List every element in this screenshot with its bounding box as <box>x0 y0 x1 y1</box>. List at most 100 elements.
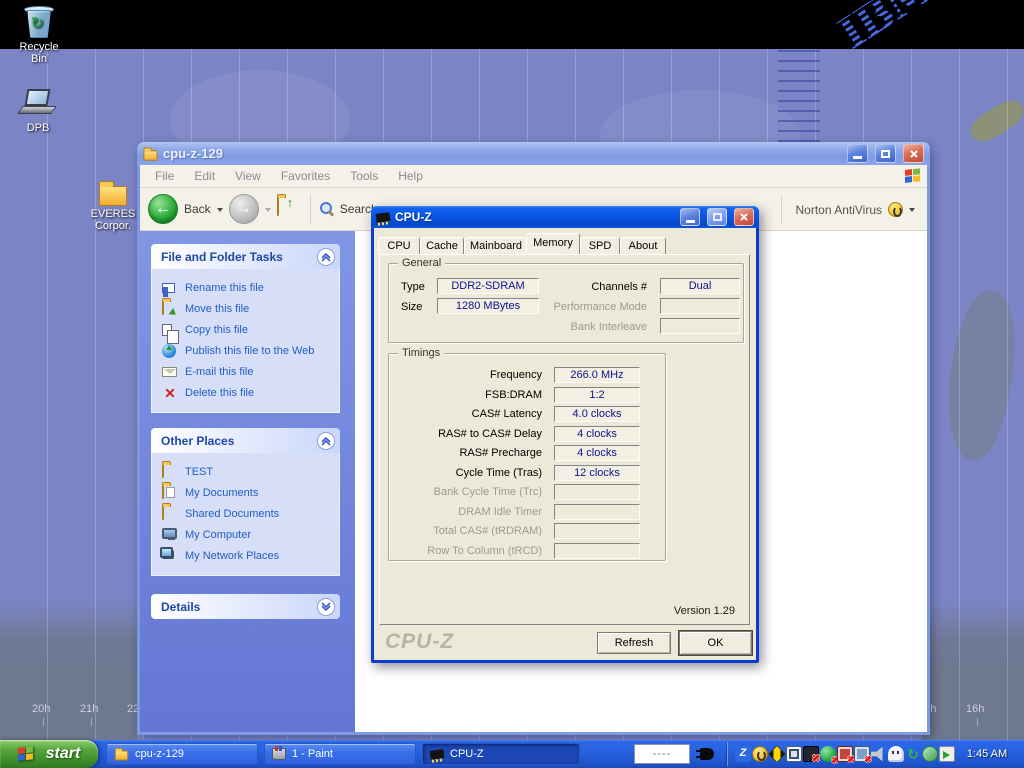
norton-antivirus-toolbar[interactable]: Norton AntiVirus <box>778 188 916 231</box>
folder-icon <box>162 464 164 478</box>
connection-error-icon[interactable] <box>803 746 819 762</box>
explorer-titlebar[interactable]: cpu-z-129 <box>137 142 930 165</box>
place-shared-documents[interactable]: Shared Documents <box>162 506 335 522</box>
group-legend: Timings <box>398 347 444 359</box>
collapse-chevron-icon[interactable] <box>317 248 335 266</box>
forward-button[interactable]: → <box>229 194 259 224</box>
size-label: Size <box>401 301 439 313</box>
ok-button[interactable]: OK <box>679 631 752 655</box>
tab-spd[interactable]: SPD <box>580 237 620 254</box>
dialup-icon[interactable]: Z <box>735 746 751 762</box>
minimize-button[interactable] <box>680 208 700 226</box>
chip-icon <box>375 212 390 223</box>
timing-label: DRAM Idle Timer <box>397 506 542 518</box>
file-tasks-panel: File and Folder Tasks Rename this file M… <box>151 244 340 413</box>
timing-label: Frequency <box>397 369 542 381</box>
close-button[interactable] <box>734 208 754 226</box>
tab-mainboard[interactable]: Mainboard <box>464 237 528 254</box>
back-button[interactable]: ← <box>148 194 178 224</box>
display-error-icon[interactable] <box>837 746 853 762</box>
task-publish-file[interactable]: Publish this file to the Web <box>162 343 335 359</box>
place-my-network[interactable]: My Network Places <box>162 548 335 564</box>
other-places-header[interactable]: Other Places <box>151 428 340 453</box>
menu-favorites[interactable]: Favorites <box>271 169 340 183</box>
timing-value <box>554 504 640 520</box>
desktop-icon-recycle-bin[interactable]: ↻ Recycle Bin <box>11 3 67 65</box>
taskbar-item-paint[interactable]: 1 - Paint <box>264 743 416 765</box>
wireless-error-icon[interactable] <box>854 746 870 762</box>
timing-label: Total CAS# (tRDRAM) <box>397 525 542 537</box>
tab-cpu[interactable]: CPU <box>378 237 420 254</box>
up-button[interactable]: ↑ <box>277 198 301 220</box>
expand-chevron-icon[interactable] <box>317 598 335 616</box>
timezone-tick <box>43 718 44 726</box>
timing-value: 12 clocks <box>554 465 640 481</box>
task-label: Rename this file <box>185 281 264 296</box>
performance-mode-value <box>660 298 740 314</box>
search-icon[interactable] <box>320 202 334 216</box>
menu-edit[interactable]: Edit <box>184 169 225 183</box>
place-my-computer[interactable]: My Computer <box>162 527 335 543</box>
rename-icon <box>162 283 175 293</box>
tab-memory[interactable]: Memory <box>526 233 580 254</box>
language-bar[interactable]: ---- <box>634 744 690 764</box>
tab-about[interactable]: About <box>620 237 666 254</box>
removable-drive-icon[interactable] <box>939 746 955 762</box>
place-test[interactable]: TEST <box>162 464 335 480</box>
desktop-icon-dpb[interactable]: DPB <box>10 84 66 134</box>
ghost-icon[interactable] <box>888 746 904 762</box>
norton-tray-icon[interactable] <box>752 746 768 762</box>
minimize-button[interactable] <box>847 144 868 163</box>
menu-file[interactable]: File <box>145 169 184 183</box>
delete-icon <box>164 387 175 398</box>
task-label: E-mail this file <box>185 365 253 380</box>
cpuz-titlebar[interactable]: CPU-Z <box>371 206 759 228</box>
menu-help[interactable]: Help <box>388 169 433 183</box>
desktop-icon-everes[interactable]: EVERES Corpor. <box>87 170 139 232</box>
bank-interleave-label: Bank Interleave <box>519 321 647 333</box>
task-email-file[interactable]: E-mail this file <box>162 364 335 380</box>
taskbar-item-cpu-z-129[interactable]: cpu-z-129 <box>106 743 258 765</box>
updates-icon[interactable] <box>922 746 938 762</box>
task-copy-file[interactable]: Copy this file <box>162 322 335 338</box>
back-dropdown-icon[interactable] <box>217 208 223 215</box>
collapse-chevron-icon[interactable] <box>317 432 335 450</box>
dialog-title: CPU-Z <box>395 210 673 224</box>
timing-label: Bank Cycle Time (Trc) <box>397 486 542 498</box>
refresh-button[interactable]: Refresh <box>597 632 671 654</box>
maximize-button[interactable] <box>707 208 727 226</box>
recycle-tray-icon[interactable]: ↻ <box>905 746 921 762</box>
timezone-tick <box>91 718 92 726</box>
antivirus-diamond-icon[interactable] <box>768 745 786 763</box>
publish-icon <box>162 344 176 358</box>
top-band: IBM <box>0 0 1024 49</box>
my-documents-icon <box>162 485 164 499</box>
volume-icon[interactable] <box>871 746 887 762</box>
task-delete-file[interactable]: Delete this file <box>162 385 335 401</box>
desktop-icon-label: EVERES Corpor. <box>87 208 139 232</box>
forward-dropdown-icon <box>265 208 271 215</box>
timing-label: CAS# Latency <box>397 408 542 420</box>
file-tasks-header[interactable]: File and Folder Tasks <box>151 244 340 269</box>
taskbar-clock[interactable]: 1:45 AM <box>956 740 1018 768</box>
move-icon <box>162 301 164 315</box>
power-plug-icon[interactable] <box>700 748 714 760</box>
task-move-file[interactable]: Move this file <box>162 301 335 317</box>
menu-tools[interactable]: Tools <box>340 169 388 183</box>
maximize-button[interactable] <box>875 144 896 163</box>
task-rename-file[interactable]: Rename this file <box>162 280 335 296</box>
start-button[interactable]: start <box>0 740 98 768</box>
norton-dropdown-icon[interactable] <box>909 208 915 215</box>
tab-cache[interactable]: Cache <box>420 237 464 254</box>
place-my-documents[interactable]: My Documents <box>162 485 335 501</box>
cpuz-body: CPU Cache Mainboard Memory SPD About Gen… <box>374 228 756 660</box>
lan-connection-icon[interactable] <box>786 746 802 762</box>
timings-group: Timings Frequency 266.0 MHz FSB:DRAM 1:2… <box>388 353 666 561</box>
timing-label: Row To Column (tRCD) <box>397 545 542 557</box>
status-error-ball-icon[interactable] <box>820 746 836 762</box>
close-button[interactable] <box>903 144 924 163</box>
menu-view[interactable]: View <box>225 169 271 183</box>
back-label[interactable]: Back <box>184 202 211 216</box>
details-header[interactable]: Details <box>151 594 340 619</box>
taskbar-item-cpuz[interactable]: CPU-Z <box>422 743 580 765</box>
